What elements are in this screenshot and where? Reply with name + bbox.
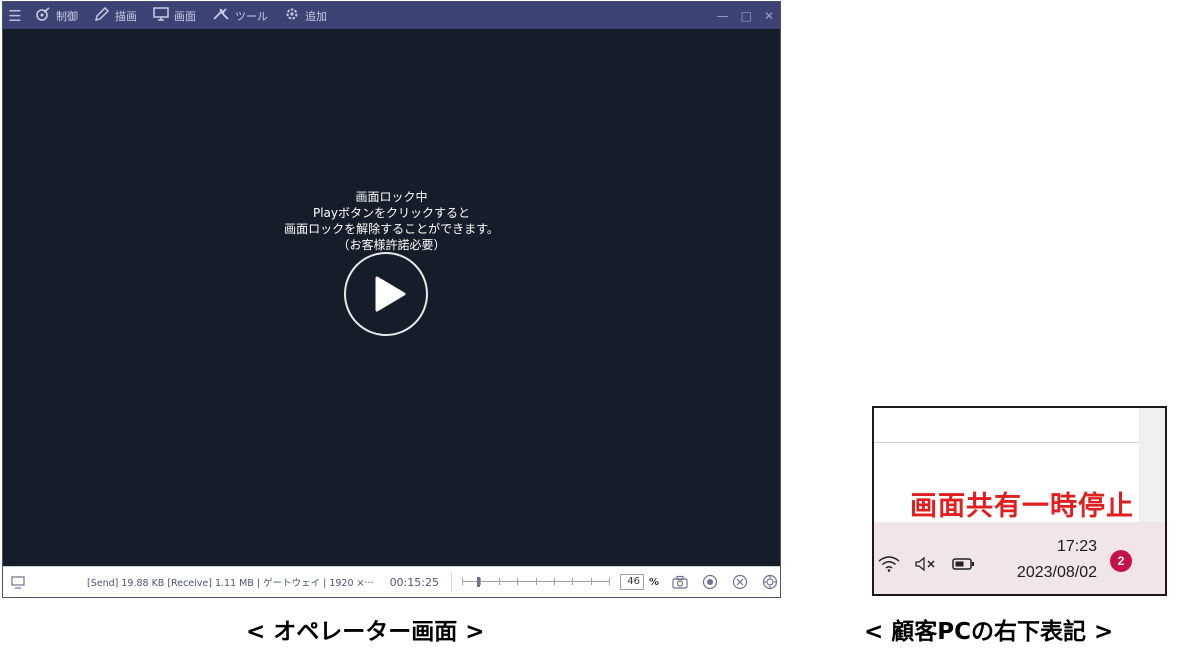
lock-line-3: 画面ロックを解除することができます。 [284, 222, 499, 236]
remote-screen: 画面ロック中 Playボタンをクリックすると 画面ロックを解除することができます… [3, 29, 780, 567]
notification-badge[interactable]: 2 [1110, 550, 1132, 572]
lock-line-1: 画面ロック中 [355, 190, 428, 204]
camera-icon[interactable] [671, 573, 689, 591]
menu-add[interactable]: 追加 [284, 2, 327, 29]
monitor-select-icon[interactable] [9, 573, 27, 591]
slider-tick [571, 578, 573, 585]
slider-tick [535, 578, 537, 585]
monitor-icon [153, 6, 169, 25]
hamburger-menu-icon[interactable]: ☰ [3, 2, 27, 29]
record-icon[interactable] [701, 573, 719, 591]
scrollbar[interactable] [1139, 408, 1165, 522]
transfer-stats: [Send] 19.88 KB [Receive] 1.11 MB | ゲートウ… [87, 578, 374, 589]
battery-icon[interactable] [952, 556, 974, 572]
slider-tick [498, 578, 500, 585]
maximize-icon[interactable]: □ [741, 9, 752, 23]
menu-add-label: 追加 [305, 9, 327, 23]
customer-caption: < 顧客PCの右下表記 > [864, 619, 1114, 645]
slider-tick [461, 578, 463, 585]
window-edge-line [874, 442, 1141, 443]
menu-screen[interactable]: 画面 [153, 2, 196, 29]
close-icon[interactable]: ✕ [764, 9, 774, 23]
menu-tools-label: ツール [235, 9, 268, 23]
menu-draw-label: 描画 [115, 9, 137, 23]
tools-icon [212, 7, 230, 25]
zoom-unit: % [648, 576, 659, 588]
control-icon [35, 6, 51, 25]
pencil-icon [94, 6, 110, 25]
status-divider [450, 573, 452, 591]
clock-time[interactable]: 17:23 [1057, 538, 1097, 556]
menu-control-label: 制御 [56, 9, 78, 23]
lock-line-2: Playボタンをクリックすると [312, 206, 471, 220]
slider-tick [608, 578, 610, 585]
gear-add-icon [284, 7, 300, 25]
menu-screen-label: 画面 [174, 9, 196, 23]
status-bar: [Send] 19.88 KB [Receive] 1.11 MB | ゲートウ… [3, 566, 780, 597]
screen-lock-message: 画面ロック中 Playボタンをクリックすると 画面ロックを解除することができます… [3, 189, 780, 253]
zoom-input[interactable]: 46 [619, 574, 644, 590]
play-icon [375, 276, 406, 312]
title-bar: ☰ 制御 描画 画面 ツール 追加 — □ ✕ [3, 2, 780, 29]
play-button[interactable] [344, 252, 428, 336]
menu-draw[interactable]: 描画 [94, 2, 137, 29]
screen-share-paused-banner: 画面共有一時停止 [910, 491, 1134, 522]
volume-muted-icon[interactable] [914, 556, 935, 572]
operator-caption: < オペレーター画面 > [246, 619, 485, 645]
slider-tick [516, 578, 518, 585]
slider-tick [590, 578, 592, 585]
slider-knob[interactable] [476, 577, 480, 587]
settings-icon[interactable] [761, 573, 779, 591]
minimize-icon[interactable]: — [717, 9, 729, 23]
operator-window: ☰ 制御 描画 画面 ツール 追加 — □ ✕ 画面ロック中 Playボタンをク… [2, 1, 781, 598]
slider-tick [553, 578, 555, 585]
customer-pc-panel: 画面共有一時停止 17:23 2023/08/02 2 [872, 406, 1167, 596]
disconnect-icon[interactable] [731, 573, 749, 591]
elapsed-time: 00:15:25 [389, 575, 439, 589]
slider-tick [479, 578, 481, 585]
window-controls: — □ ✕ [717, 2, 774, 29]
wifi-icon[interactable] [878, 556, 900, 572]
menu-control[interactable]: 制御 [35, 2, 78, 29]
zoom-slider[interactable] [461, 575, 610, 589]
menu-tools[interactable]: ツール [212, 2, 268, 29]
clock-date[interactable]: 2023/08/02 [1017, 564, 1097, 582]
lock-line-4: （お客様許諾必要） [337, 238, 446, 252]
